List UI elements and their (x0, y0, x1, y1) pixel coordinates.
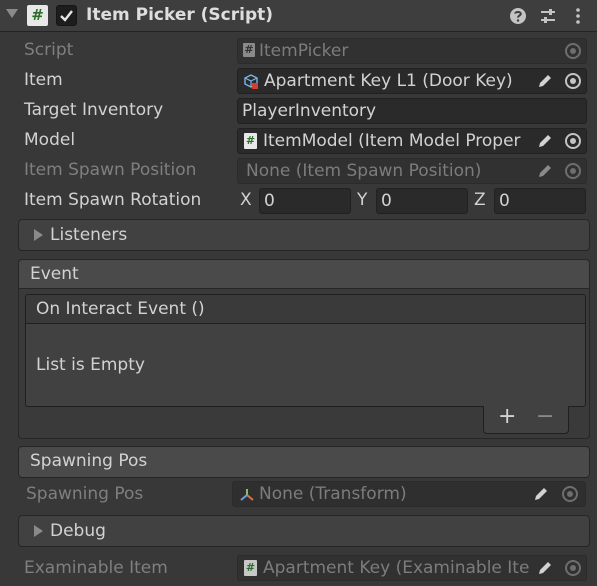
list-empty-text: List is Empty (36, 355, 145, 375)
item-field[interactable]: Apartment Key L1 (Door Key) (237, 68, 587, 94)
on-interact-event-list: On Interact Event () List is Empty (25, 294, 586, 407)
edit-pencil-icon[interactable] (535, 131, 555, 151)
remove-button[interactable]: − (536, 404, 554, 429)
model-field[interactable]: # ItemModel (Item Model Proper (237, 128, 587, 154)
target-inventory-label: Target Inventory (24, 100, 164, 120)
script-icon: # (27, 5, 48, 26)
model-value: ItemModel (Item Model Proper (263, 131, 521, 151)
help-icon[interactable] (508, 6, 528, 26)
edit-pencil-icon (539, 165, 551, 177)
foldout-arrow-icon[interactable] (34, 525, 43, 537)
spawning-pos-header: Spawning Pos (18, 446, 590, 478)
enabled-checkbox[interactable] (56, 5, 77, 26)
examinable-item-value: Apartment Key (Examinable Ite (263, 558, 530, 578)
list-footer: + − (483, 404, 569, 434)
checkmark-icon (60, 10, 73, 22)
event-section: Event On Interact Event () List is Empty… (18, 259, 590, 439)
target-inventory-input[interactable]: PlayerInventory (237, 98, 587, 124)
script-icon: # (244, 560, 257, 576)
model-label: Model (24, 130, 76, 150)
rotation-y-value: 0 (381, 191, 392, 211)
list-header: On Interact Event () (26, 295, 585, 324)
script-value: ItemPicker (259, 41, 349, 61)
script-icon: # (244, 133, 257, 149)
debug-foldout[interactable]: Debug (18, 515, 590, 547)
rotation-x-value: 0 (264, 191, 275, 211)
z-axis-label[interactable]: Z (474, 190, 486, 210)
item-spawn-rotation-label: Item Spawn Rotation (24, 190, 202, 210)
rotation-z-value: 0 (499, 191, 510, 211)
add-button[interactable]: + (498, 404, 516, 429)
object-picker-icon[interactable] (565, 133, 581, 149)
target-inventory-value: PlayerInventory (242, 101, 377, 121)
component-header: # Item Picker (Script) (0, 0, 597, 32)
component-title: Item Picker (Script) (86, 5, 274, 25)
foldout-arrow-icon[interactable] (6, 9, 18, 18)
object-picker-icon (562, 486, 578, 502)
examinable-item-field: # Apartment Key (Examinable Ite (237, 555, 587, 581)
edit-pencil-icon[interactable] (535, 71, 555, 91)
transform-icon (240, 489, 254, 501)
spawning-pos-label: Spawning Pos (26, 484, 144, 504)
object-picker-icon (565, 43, 581, 59)
preset-icon[interactable] (538, 6, 558, 26)
spawning-pos-title: Spawning Pos (30, 451, 148, 471)
script-field: # ItemPicker (237, 38, 587, 64)
item-spawn-position-field: None (Item Spawn Position) (237, 158, 587, 184)
x-axis-label[interactable]: X (240, 190, 252, 210)
edit-pencil-icon (539, 562, 551, 574)
scriptable-object-icon (244, 74, 258, 89)
item-spawn-position-value: None (Item Spawn Position) (246, 161, 482, 181)
debug-title: Debug (50, 521, 106, 541)
object-picker-icon (565, 560, 581, 576)
object-picker-icon[interactable] (565, 73, 581, 89)
listeners-title: Listeners (50, 225, 128, 245)
script-icon: # (243, 43, 255, 57)
event-title: Event (30, 264, 79, 284)
item-spawn-position-label: Item Spawn Position (24, 160, 197, 180)
spawning-pos-field: None (Transform) (232, 481, 586, 507)
object-picker-icon (565, 163, 581, 179)
context-menu-icon[interactable] (568, 6, 588, 26)
listeners-foldout[interactable]: Listeners (18, 219, 590, 251)
rotation-x-input[interactable]: 0 (259, 188, 351, 214)
event-section-header: Event (18, 259, 590, 289)
script-label: Script (24, 40, 74, 60)
rotation-y-input[interactable]: 0 (376, 188, 468, 214)
examinable-item-label: Examinable Item (24, 558, 168, 578)
spawning-pos-value: None (Transform) (259, 484, 407, 504)
y-axis-label[interactable]: Y (357, 190, 367, 210)
foldout-arrow-icon[interactable] (34, 229, 43, 241)
item-label: Item (24, 70, 63, 90)
edit-pencil-icon (535, 488, 547, 500)
rotation-z-input[interactable]: 0 (494, 188, 586, 214)
item-value: Apartment Key L1 (Door Key) (264, 71, 513, 91)
list-title: On Interact Event () (36, 299, 205, 319)
